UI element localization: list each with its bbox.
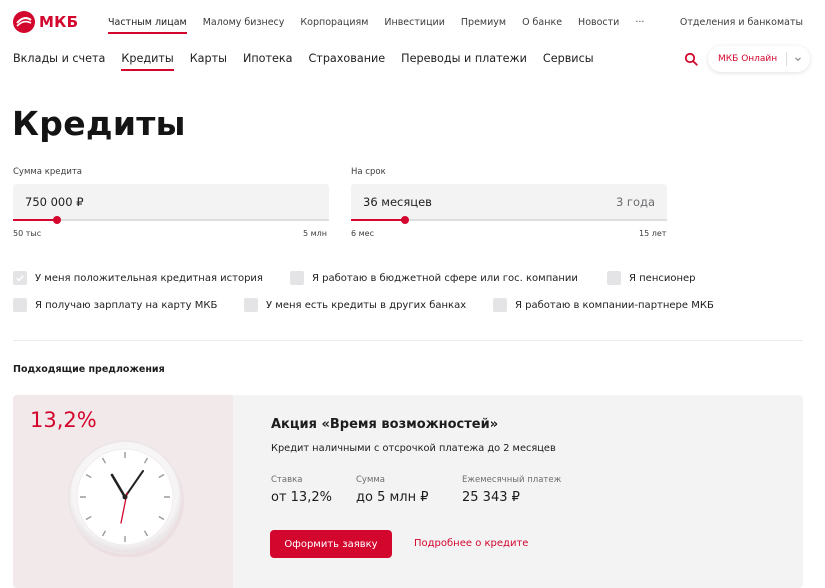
main-nav-item-transfers[interactable]: Переводы и платежи	[401, 52, 527, 65]
checkbox-icon[interactable]	[244, 298, 258, 312]
amount-min: 50 тыс	[13, 229, 42, 238]
more-menu-icon[interactable]: ···	[635, 17, 644, 28]
top-bar: МКБ Частным лицам Малому бизнесу Корпора…	[0, 0, 825, 44]
online-button-divider	[786, 52, 787, 66]
checkbox-checked-icon[interactable]	[13, 271, 27, 285]
logo[interactable]: МКБ	[13, 11, 78, 33]
offer-stat-label: Ставка	[271, 475, 303, 485]
checkbox-icon[interactable]	[493, 298, 507, 312]
filter-other-bank-loans[interactable]: У меня есть кредиты в других банках	[244, 298, 466, 312]
filter-label: У меня есть кредиты в других банках	[266, 299, 467, 311]
amount-slider[interactable]	[13, 216, 329, 224]
amount-slider-handle[interactable]	[53, 216, 62, 224]
main-nav-item-insurance[interactable]: Страхование	[309, 52, 386, 65]
page-title: Кредиты	[12, 104, 186, 143]
branches-link[interactable]: Отделения и банкоматы	[680, 17, 803, 28]
credit-details-link[interactable]: Подробнее о кредите	[414, 538, 528, 549]
main-nav-item-cards[interactable]: Карты	[190, 52, 227, 65]
amount-slider-fill	[13, 219, 58, 221]
filter-label: У меня положительная кредитная история	[35, 272, 263, 284]
top-nav-item-premium[interactable]: Премиум	[461, 17, 506, 28]
filter-salary-card[interactable]: Я получаю зарплату на карту МКБ	[13, 298, 217, 312]
top-nav-item-about[interactable]: О банке	[522, 17, 562, 28]
term-label: На срок	[351, 167, 386, 177]
filter-pensioner[interactable]: Я пенсионер	[607, 271, 696, 285]
term-slider-fill	[351, 219, 405, 221]
clock-icon	[68, 440, 184, 557]
mkb-online-label: МКБ Онлайн	[718, 54, 778, 64]
top-nav: Частным лицам Малому бизнесу Корпорациям…	[108, 17, 660, 34]
logo-text: МКБ	[39, 13, 79, 31]
term-input[interactable]: 36 месяцев 3 года	[351, 184, 667, 220]
filter-partner-company[interactable]: Я работаю в компании-партнере МКБ	[493, 298, 714, 312]
filter-label: Я пенсионер	[629, 272, 696, 284]
section-divider	[13, 340, 803, 341]
top-nav-item-corporations[interactable]: Корпорациям	[300, 17, 368, 28]
filter-public-sector[interactable]: Я работаю в бюджетной сфере или гос. ком…	[290, 271, 578, 285]
offer-title: Акция «Время возможностей»	[271, 417, 499, 432]
main-nav: Вклады и счета Кредиты Карты Ипотека Стр…	[13, 52, 610, 71]
offer-visual: 13,2%	[13, 395, 233, 588]
mkb-online-button[interactable]: МКБ Онлайн	[708, 46, 810, 72]
offer-stat-value: 25 343 ₽	[462, 490, 520, 505]
term-min: 6 мес	[351, 229, 374, 238]
amount-max: 5 млн	[303, 229, 328, 238]
term-max: 15 лет	[639, 229, 667, 238]
filter-label: Я работаю в компании-партнере МКБ	[515, 299, 714, 311]
term-slider[interactable]	[351, 216, 667, 224]
filter-label: Я получаю зарплату на карту МКБ	[35, 299, 218, 311]
logo-icon	[13, 11, 35, 33]
top-nav-item-news[interactable]: Новости	[578, 17, 619, 28]
amount-value: 750 000 ₽	[25, 195, 84, 209]
search-icon[interactable]	[684, 52, 698, 66]
top-nav-item-private[interactable]: Частным лицам	[108, 17, 187, 34]
offer-stat-label: Сумма	[356, 475, 385, 485]
apply-button[interactable]: Оформить заявку	[270, 530, 392, 558]
filter-good-credit-history[interactable]: У меня положительная кредитная история	[13, 271, 263, 285]
checkbox-icon[interactable]	[13, 298, 27, 312]
amount-input[interactable]: 750 000 ₽	[13, 184, 329, 220]
term-years: 3 года	[615, 195, 655, 209]
offer-stat-value: от 13,2%	[271, 490, 332, 505]
checkbox-icon[interactable]	[607, 271, 621, 285]
offer-description: Кредит наличными с отсрочкой платежа до …	[271, 443, 556, 454]
term-slider-handle[interactable]	[400, 216, 409, 224]
filter-label: Я работаю в бюджетной сфере или гос. ком…	[312, 272, 578, 284]
main-nav-item-credits[interactable]: Кредиты	[121, 52, 175, 71]
main-nav-item-deposits[interactable]: Вклады и счета	[13, 52, 105, 65]
checkbox-icon[interactable]	[290, 271, 304, 285]
main-nav-item-mortgage[interactable]: Ипотека	[243, 52, 293, 65]
top-nav-item-investments[interactable]: Инвестиции	[384, 17, 445, 28]
offer-stat-label: Ежемесячный платеж	[462, 475, 562, 485]
offer-rate-badge: 13,2%	[30, 408, 97, 432]
offers-section-title: Подходящие предложения	[13, 364, 165, 375]
main-nav-item-services[interactable]: Сервисы	[543, 52, 594, 65]
amount-label: Сумма кредита	[13, 167, 83, 177]
chevron-down-icon[interactable]	[794, 55, 802, 63]
top-nav-item-small-business[interactable]: Малому бизнесу	[203, 17, 285, 28]
offer-stat-value: до 5 млн ₽	[356, 490, 429, 505]
term-value: 36 месяцев	[363, 195, 432, 209]
offer-card: 13,2% Акция «Время возможностей» Кредит …	[13, 395, 803, 588]
